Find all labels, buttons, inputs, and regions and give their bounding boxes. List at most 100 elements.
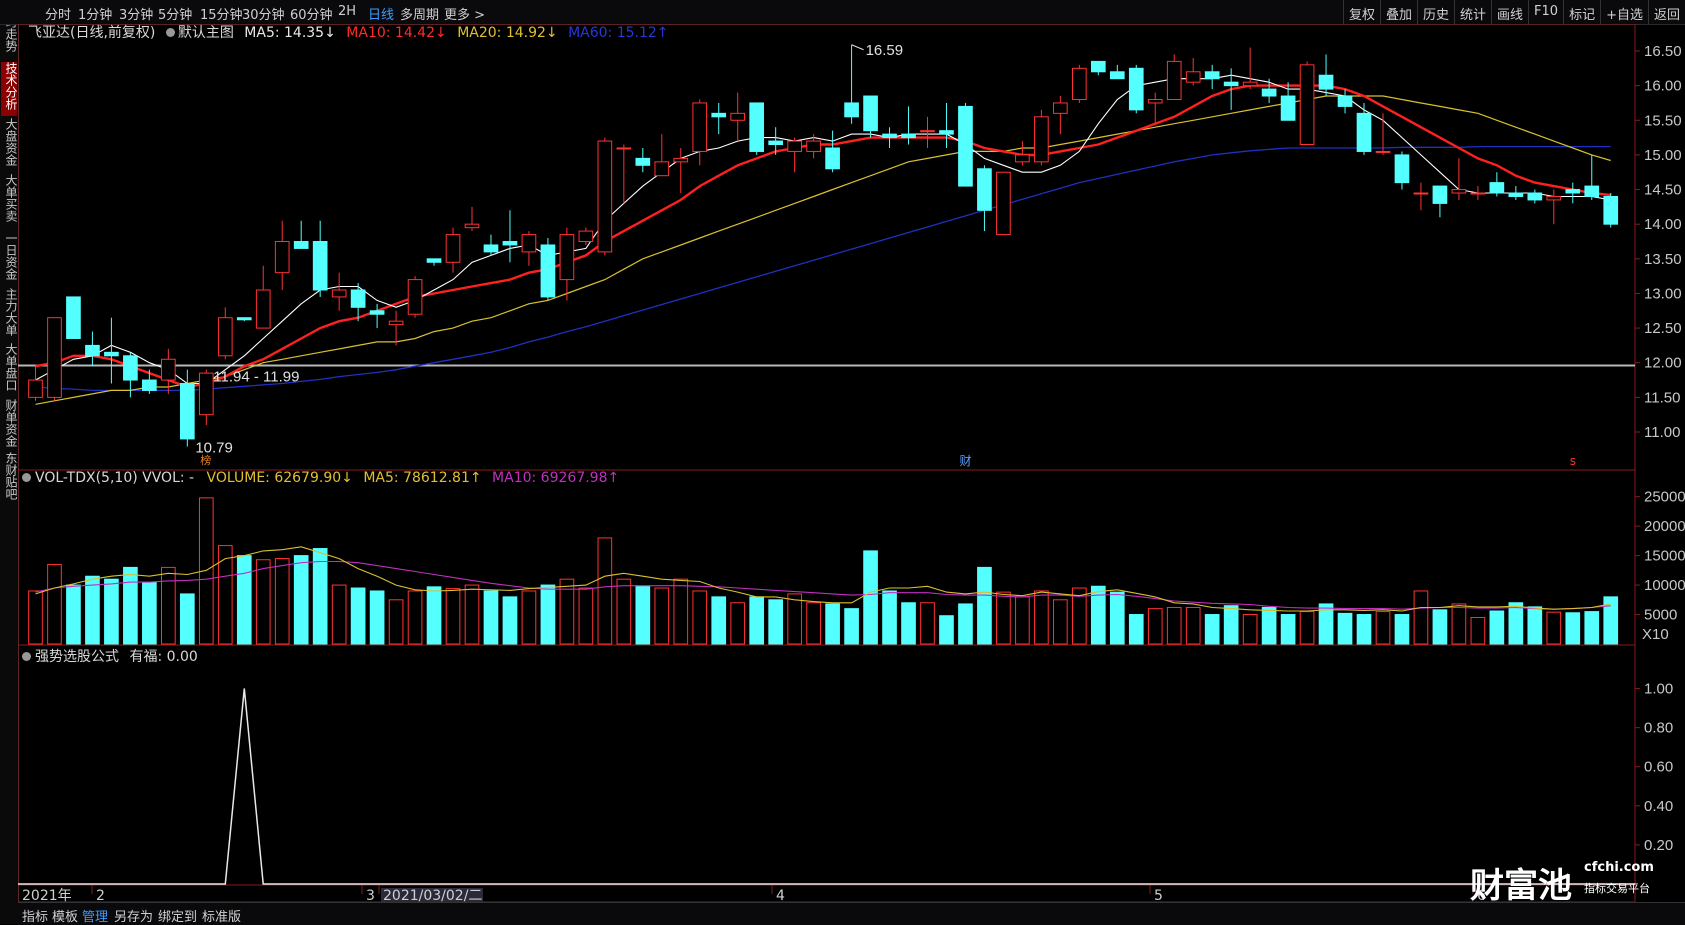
period-tab-4[interactable]: 15分钟 [200,4,243,23]
bottom-tab-0[interactable]: 指标 [22,906,48,925]
settings-circle-icon[interactable] [165,28,175,37]
period-tab-9[interactable]: 多周期 [400,4,439,23]
volume-bar [66,584,81,645]
volume-bar [161,566,176,645]
period-tab-2[interactable]: 3分钟 [119,4,153,23]
period-tab-3[interactable]: 5分钟 [158,4,192,23]
candle-body [426,258,442,263]
volume-bar [863,550,878,645]
candle-body [597,140,613,253]
toolbar-button-2[interactable]: 历史 [1416,0,1454,24]
period-tab-6[interactable]: 60分钟 [290,4,333,23]
volume-bar [1109,591,1125,645]
volume-bar [825,603,840,645]
toolbar-button-7[interactable]: +自选 [1600,0,1648,24]
toolbar-button-1[interactable]: 叠加 [1379,0,1417,24]
candle-body [654,161,670,177]
sidebar-item-4[interactable]: 一日资金 [1,232,18,286]
price-axis-label: 15.50 [1644,112,1682,129]
volume-bar [730,602,746,645]
volume-ma10-value: MA10: 69267.98↑ [492,470,620,486]
period-tab-5[interactable]: 30分钟 [242,4,285,23]
volume-indicator-name[interactable]: VOL-TDX(5,10) VVOL: - [35,470,194,486]
sidebar-item-8[interactable]: 东财贴吧 [1,452,18,508]
candle-body [1204,71,1220,80]
sidebar-item-1[interactable]: 技术分析 [1,62,18,116]
toolbar-button-8[interactable]: 返回 [1647,0,1685,24]
sidebar-item-5[interactable]: 主力大单 [1,288,18,342]
indicator-header: 强势选股公式 有福: 0.00 [22,646,198,666]
candle-body [255,289,271,329]
candle-body [1109,71,1125,80]
stock-name: 飞亚达 [28,25,70,41]
toolbar-button-6[interactable]: 标记 [1563,0,1600,24]
volume-bar [787,593,802,645]
candle-body [1508,192,1524,197]
period-tab-1[interactable]: 1分钟 [78,4,112,23]
period-tab-0[interactable]: 分时 [45,4,71,23]
candle-body [1413,192,1429,195]
candle-body [863,95,878,132]
volume-bar [1299,611,1315,645]
sidebar-item-6[interactable]: 大单盘口 [1,343,18,397]
volume-bar [407,590,423,645]
price-axis-label: 14.00 [1644,216,1682,233]
volume-bar [635,585,651,645]
volume-bar [123,566,138,645]
toolbar-button-3[interactable]: 统计 [1454,0,1491,24]
volume-bar [1584,611,1600,645]
ma20-line [35,95,1611,405]
volume-bar [483,590,499,645]
candle-body [1451,189,1467,194]
volume-bar [692,590,708,645]
sidebar-item-2[interactable]: 大盘资金 [1,118,18,172]
sidebar-item-7[interactable]: 财单资金 [1,399,18,451]
bottom-tab-5[interactable]: 标准版 [202,906,241,925]
volume-bar [1261,606,1277,645]
volume-bar [369,590,385,645]
settings-circle-icon[interactable] [22,473,31,482]
volume-bar [28,590,43,645]
volume-axis-label: 20000 [1644,518,1685,535]
period-tab-8[interactable]: 日线 [368,4,394,23]
watermark-brand: 财富池 [1470,866,1572,906]
bottom-tab-1[interactable]: 模板 [52,906,78,925]
candle-body [312,241,328,291]
toolbar-button-4[interactable]: 画线 [1491,0,1528,24]
indicator-name[interactable]: 强势选股公式 [35,649,119,665]
template-name[interactable]: 默认主图 [178,25,234,41]
event-marker-cai: 财 [959,454,971,468]
candle-body [1147,98,1163,104]
candle-body [1356,112,1372,152]
settings-circle-icon[interactable] [22,652,31,661]
price-axis-label: 11.50 [1644,389,1680,406]
sidebar-item-3[interactable]: 大单买卖 [1,174,18,230]
watermark-logo: 财富池 cfchi.com 指标交易平台 [1470,858,1654,907]
volume-bar [1128,614,1144,645]
bottom-tab-2[interactable]: 管理 [82,906,108,925]
candle-body [1223,81,1239,87]
toolbar-button-0[interactable]: 复权 [1342,0,1380,24]
volume-bar [350,587,366,645]
candle-body [521,234,537,253]
volume-bar [1489,610,1505,645]
toolbar-button-5[interactable]: F10 [1528,0,1563,24]
volume-bar [1053,599,1068,645]
stock-chart[interactable]: 16.50 16.00 15.50 15.00 14.50 14.00 13.50 13.00… [18,24,1685,902]
volume-bar [1546,611,1562,645]
candle-body [1034,116,1049,163]
candle-body [1053,102,1068,114]
candle-body [1337,95,1353,107]
period-tab-10[interactable]: 更多 > [444,4,485,23]
right-toolbar: 复权 叠加 历史 统计 画线 F10 标记 +自选 返回 [1342,0,1685,24]
volume-bar [217,545,233,645]
price-axis-label: 12.00 [1644,355,1682,372]
period-tab-7[interactable]: 2H [338,4,356,19]
bottom-tab-4[interactable]: 绑定到 [158,906,197,925]
volume-bar [654,587,670,645]
candle-body [673,157,689,163]
price-axis-label: 16.00 [1644,78,1682,95]
candle-body [445,234,461,263]
candle-body [996,171,1011,236]
bottom-tab-3[interactable]: 另存为 [114,906,153,925]
